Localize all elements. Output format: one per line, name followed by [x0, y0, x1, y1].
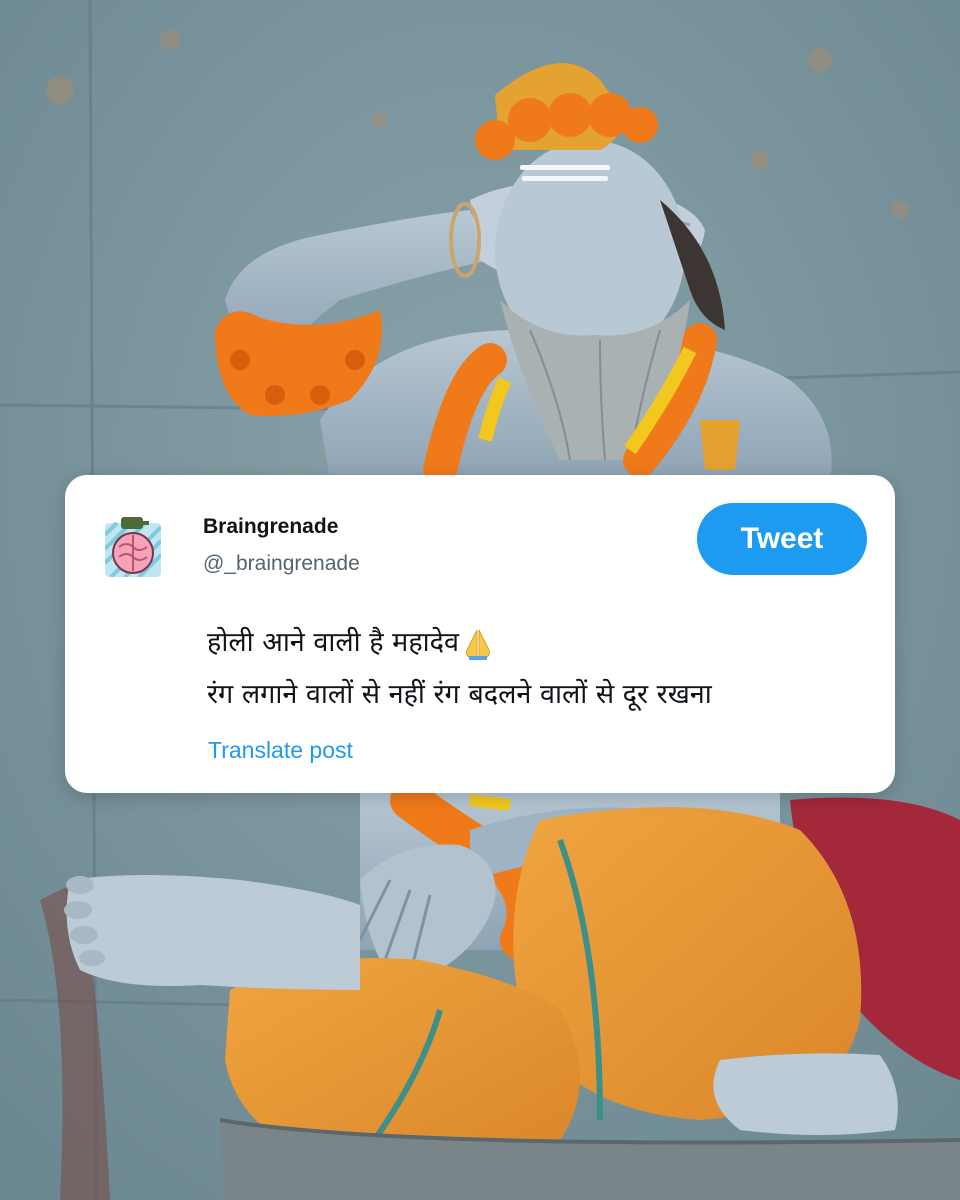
tweet-line-1-text: होली आने वाली है महादेव [207, 627, 460, 658]
tweet-text: होली आने वाली है महादेव रंग लगाने वालों … [207, 617, 877, 721]
tweet-text-line-1: होली आने वाली है महादेव [207, 617, 877, 669]
tweet-text-line-2: रंग लगाने वालों से नहीं रंग बदलने वालों … [207, 679, 712, 710]
tweet-card: Braingrenade @_braingrenade Tweet होली आ… [65, 475, 895, 793]
display-name[interactable]: Braingrenade [203, 515, 338, 539]
translate-post-link[interactable]: Translate post [208, 737, 353, 764]
user-handle[interactable]: @_braingrenade [203, 552, 360, 576]
tweet-button[interactable]: Tweet [697, 503, 867, 575]
braingrenade-avatar-icon[interactable] [105, 515, 161, 577]
folded-hands-icon [466, 629, 491, 660]
